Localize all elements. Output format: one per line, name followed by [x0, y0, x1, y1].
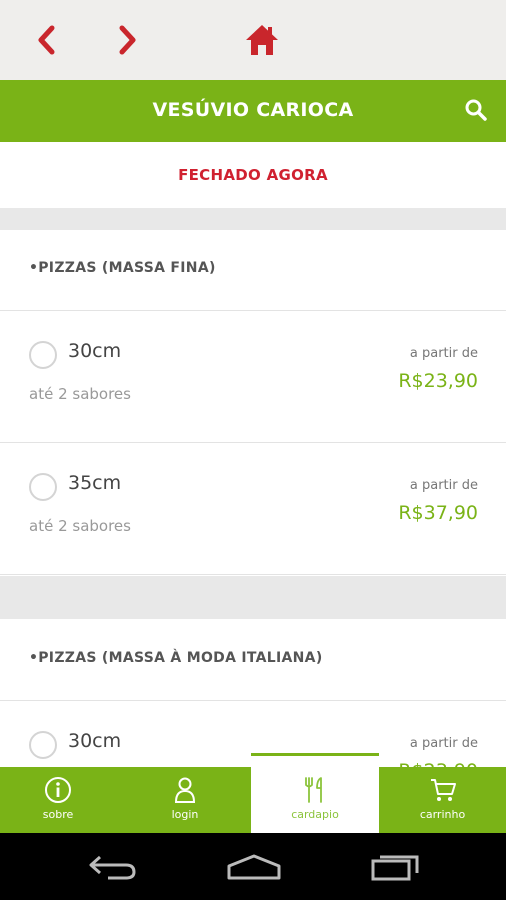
- item-size: 35cm: [68, 472, 122, 494]
- system-back-button[interactable]: [88, 853, 138, 885]
- section-title: •PIZZAS (MASSA FINA): [29, 260, 216, 276]
- tab-label: carrinho: [419, 808, 466, 821]
- tab-login[interactable]: login: [122, 767, 248, 833]
- back-button[interactable]: [28, 22, 64, 58]
- bottom-tab-bar: sobre login cardapio carrinho: [0, 753, 506, 833]
- chevron-left-icon: [38, 25, 55, 55]
- price-prefix: a partir de: [409, 478, 478, 493]
- home-button[interactable]: [244, 22, 280, 58]
- menu-item[interactable]: 30cm até 2 sabores a partir de R$23,90: [0, 311, 506, 443]
- section-header: •PIZZAS (MASSA À MODA ITALIANA): [0, 619, 506, 701]
- back-arrow-icon: [89, 855, 136, 880]
- chevron-right-icon: [119, 25, 136, 55]
- tab-label: sobre: [42, 808, 74, 821]
- home-outline-icon: [227, 854, 281, 880]
- section-title: •PIZZAS (MASSA À MODA ITALIANA): [29, 650, 323, 666]
- user-icon: [174, 777, 196, 803]
- price-prefix: a partir de: [409, 736, 478, 751]
- info-icon: [45, 777, 71, 803]
- restaurant-title: VESÚVIO CARIOCA: [152, 99, 354, 121]
- system-recents-button[interactable]: [370, 853, 422, 885]
- system-nav-bar: [0, 833, 506, 900]
- search-icon: [465, 99, 487, 121]
- item-radio[interactable]: [29, 473, 57, 501]
- search-button[interactable]: [464, 98, 488, 122]
- forward-button[interactable]: [110, 22, 146, 58]
- section-header: •PIZZAS (MASSA FINA): [0, 230, 506, 311]
- tab-sobre[interactable]: sobre: [0, 767, 116, 833]
- system-home-button[interactable]: [226, 853, 282, 885]
- recents-icon: [371, 855, 419, 881]
- top-nav-bar: [0, 0, 506, 80]
- item-price: R$37,90: [398, 502, 478, 524]
- tab-carrinho[interactable]: carrinho: [379, 767, 506, 833]
- menu-item[interactable]: 35cm até 2 sabores a partir de R$37,90: [0, 443, 506, 575]
- tab-label: cardapio: [291, 808, 339, 821]
- app-header: VESÚVIO CARIOCA: [0, 80, 506, 142]
- tab-label: login: [171, 808, 199, 821]
- cutlery-icon: [305, 777, 322, 803]
- price-prefix: a partir de: [409, 346, 478, 361]
- item-flavors: até 2 sabores: [29, 385, 131, 403]
- status-row: FECHADO AGORA: [0, 142, 506, 208]
- open-status: FECHADO AGORA: [178, 166, 328, 184]
- home-icon: [246, 25, 278, 55]
- item-price: R$23,90: [398, 370, 478, 392]
- item-radio[interactable]: [29, 731, 57, 759]
- section-divider: [0, 208, 506, 230]
- item-flavors: até 2 sabores: [29, 517, 131, 535]
- tab-cardapio[interactable]: cardapio: [251, 753, 379, 833]
- item-size: 30cm: [68, 730, 122, 752]
- item-radio[interactable]: [29, 341, 57, 369]
- item-size: 30cm: [68, 340, 122, 362]
- section-divider: [0, 576, 506, 619]
- cart-icon: [430, 779, 456, 801]
